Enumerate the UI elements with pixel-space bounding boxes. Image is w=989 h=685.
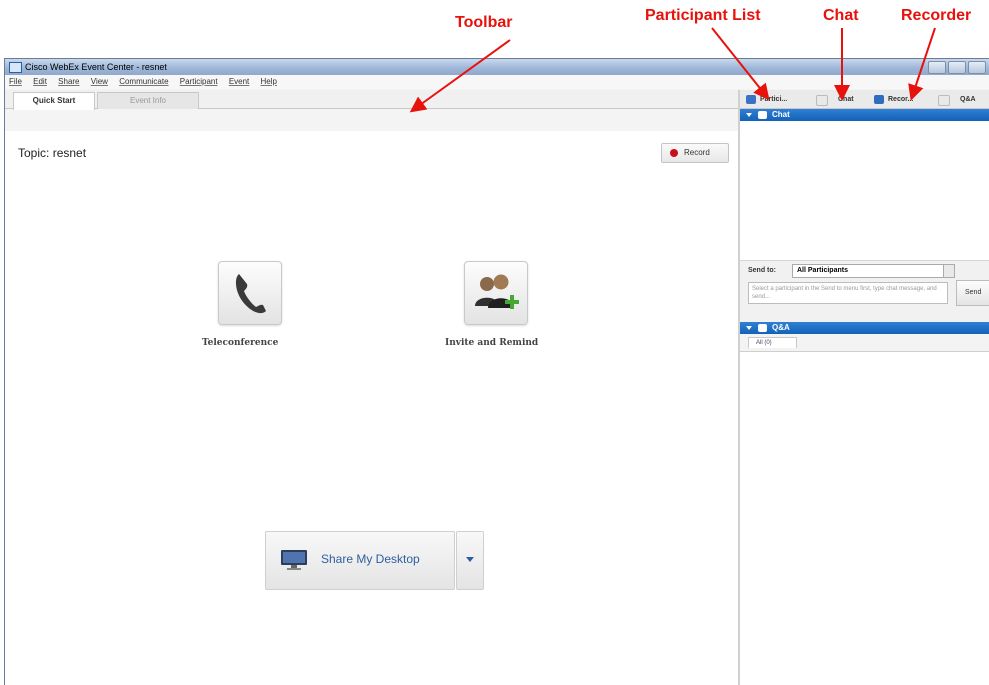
tab-qa-label: Q&A xyxy=(960,96,976,103)
menu-bar: File Edit Share View Communicate Partici… xyxy=(5,75,989,89)
app-icon xyxy=(9,62,22,73)
chevron-down-icon xyxy=(466,557,474,562)
toolbar xyxy=(5,109,738,132)
record-button[interactable]: Record xyxy=(661,143,729,163)
topic-label: Topic: xyxy=(18,146,50,160)
menu-edit[interactable]: Edit xyxy=(33,77,47,86)
tab-event-info[interactable]: Event Info xyxy=(97,92,199,109)
annotation-toolbar: Toolbar xyxy=(455,14,513,31)
topic-value: resnet xyxy=(52,146,87,160)
menu-file[interactable]: File xyxy=(9,77,22,86)
tab-chat[interactable]: Chat xyxy=(814,92,854,107)
send-to-select[interactable]: All Participants xyxy=(792,264,955,278)
chat-bubble-icon xyxy=(758,111,767,119)
panel-tabs: Partici... Chat Recor... Q&A xyxy=(740,90,989,109)
monitor-icon xyxy=(281,550,307,570)
title-bar: Cisco WebEx Event Center - resnet xyxy=(5,59,989,75)
menu-communicate[interactable]: Communicate xyxy=(119,77,168,86)
send-button[interactable]: Send xyxy=(956,280,989,306)
qa-tabs: All (0) xyxy=(740,334,989,352)
main-pane: Quick Start Event Info Topic: resnet Rec… xyxy=(5,90,739,685)
quick-start-content: Topic: resnet Record Teleconference Invi… xyxy=(5,131,739,685)
tab-recorder[interactable]: Recor... xyxy=(872,92,913,107)
window-title: Cisco WebEx Event Center - resnet xyxy=(25,62,167,72)
webex-window: Cisco WebEx Event Center - resnet File E… xyxy=(4,58,989,685)
annotation-chat: Chat xyxy=(823,7,859,24)
record-button-label: Record xyxy=(684,148,710,157)
chat-panel-title: Chat xyxy=(772,110,790,119)
panel-area: Partici... Chat Recor... Q&A Chat Send t… xyxy=(738,90,989,685)
share-options-dropdown[interactable] xyxy=(456,531,484,590)
close-icon[interactable] xyxy=(968,61,986,74)
recorder-icon xyxy=(874,95,884,104)
chevron-down-icon xyxy=(943,265,954,277)
phone-icon xyxy=(235,274,266,314)
tab-quick-start[interactable]: Quick Start xyxy=(13,92,95,110)
menu-share[interactable]: Share xyxy=(58,77,79,86)
tab-qa[interactable]: Q&A xyxy=(936,92,976,107)
tab-participants[interactable]: Partici... xyxy=(744,92,787,107)
annotation-participant-list: Participant List xyxy=(645,7,761,24)
invite-remind-label: Invite and Remind xyxy=(445,338,539,348)
collapse-icon xyxy=(746,113,752,117)
maximize-icon[interactable] xyxy=(948,61,966,74)
qa-panel-header[interactable]: Q&A xyxy=(740,322,989,334)
window-controls xyxy=(926,61,986,79)
teleconference-label: Teleconference xyxy=(202,338,279,348)
main-tabs: Quick Start Event Info xyxy=(5,90,738,110)
menu-participant[interactable]: Participant xyxy=(180,77,218,86)
collapse-icon xyxy=(746,326,752,330)
send-to-label: Send to: xyxy=(748,267,776,274)
participants-icon xyxy=(746,95,756,104)
share-desktop-button[interactable]: Share My Desktop xyxy=(265,531,455,590)
add-people-icon xyxy=(475,274,519,309)
qa-tab-all[interactable]: All (0) xyxy=(748,337,797,348)
minimize-icon[interactable] xyxy=(928,61,946,74)
menu-event[interactable]: Event xyxy=(229,77,249,86)
invite-remind-button[interactable] xyxy=(464,261,528,325)
chat-icon xyxy=(816,95,828,106)
chat-message-input[interactable]: Select a participant in the Send to menu… xyxy=(748,282,948,304)
menu-view[interactable]: View xyxy=(91,77,108,86)
chat-send-area: Send to: All Participants Select a parti… xyxy=(740,260,989,323)
annotation-recorder: Recorder xyxy=(901,7,972,24)
tab-participants-label: Partici... xyxy=(760,96,788,103)
tab-recorder-label: Recor... xyxy=(888,96,914,103)
teleconference-button[interactable] xyxy=(218,261,282,325)
qa-icon xyxy=(938,95,950,106)
record-icon xyxy=(670,149,678,157)
menu-help[interactable]: Help xyxy=(261,77,277,86)
send-to-value: All Participants xyxy=(797,267,848,274)
tab-chat-label: Chat xyxy=(838,96,854,103)
qa-panel-icon xyxy=(758,324,767,332)
chat-panel-header[interactable]: Chat xyxy=(740,109,989,121)
qa-panel-title: Q&A xyxy=(772,323,790,332)
topic: Topic: resnet xyxy=(18,146,86,160)
share-desktop-label: Share My Desktop xyxy=(321,552,420,566)
